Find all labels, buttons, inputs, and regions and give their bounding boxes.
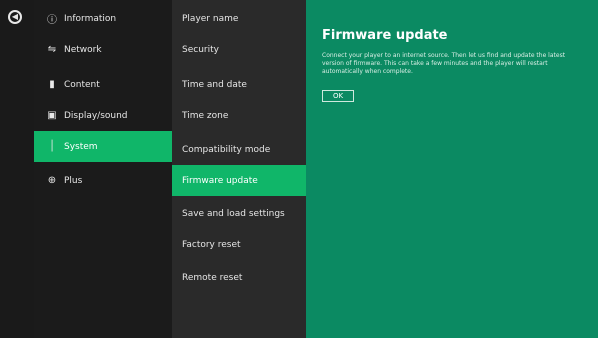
- menu-item-system[interactable]: │ System: [34, 131, 172, 162]
- menu-item-label: Display/sound: [64, 110, 128, 121]
- submenu-item-factory-reset[interactable]: Factory reset: [172, 229, 306, 260]
- menu-item-label: Plus: [64, 175, 83, 186]
- description-text: Connect your player to an internet sourc…: [322, 52, 566, 75]
- info-icon: ⓘ: [47, 15, 57, 26]
- page-title: Firmware update: [322, 28, 448, 43]
- system-icon: │: [48, 141, 56, 152]
- menu-item-plus[interactable]: ⊕ Plus: [34, 165, 172, 196]
- sub-menu: Player name Security Time and date Time …: [172, 0, 306, 338]
- submenu-item-security[interactable]: Security: [172, 34, 306, 65]
- submenu-item-label: Time zone: [182, 110, 229, 121]
- submenu-item-label: Factory reset: [182, 239, 241, 250]
- submenu-item-label: Firmware update: [182, 175, 258, 186]
- menu-item-display-sound[interactable]: ▣ Display/sound: [34, 100, 172, 131]
- settings-screen: ◀ ⓘ Information ⇋ Network ▮ Content ▣ Di…: [0, 0, 598, 338]
- back-arrow-icon[interactable]: ◀: [8, 10, 22, 24]
- submenu-item-label: Save and load settings: [182, 208, 285, 219]
- menu-item-label: Content: [64, 79, 100, 90]
- submenu-item-player-name[interactable]: Player name: [172, 3, 306, 34]
- back-rail: ◀: [0, 0, 34, 338]
- submenu-item-compatibility-mode[interactable]: Compatibility mode: [172, 134, 306, 165]
- submenu-item-label: Remote reset: [182, 272, 243, 283]
- menu-item-content[interactable]: ▮ Content: [34, 69, 172, 100]
- content-panel: Firmware update Connect your player to a…: [306, 0, 598, 338]
- submenu-item-label: Security: [182, 44, 219, 55]
- menu-item-network[interactable]: ⇋ Network: [34, 34, 172, 65]
- submenu-item-label: Time and date: [182, 79, 247, 90]
- submenu-item-save-load-settings[interactable]: Save and load settings: [172, 198, 306, 229]
- ok-button[interactable]: OK: [322, 90, 354, 102]
- network-icon: ⇋: [47, 44, 57, 55]
- submenu-item-time-and-date[interactable]: Time and date: [172, 69, 306, 100]
- plus-icon: ⊕: [47, 175, 57, 186]
- folder-icon: ▮: [49, 79, 55, 90]
- submenu-item-label: Player name: [182, 13, 239, 24]
- menu-item-label: Information: [64, 13, 117, 24]
- submenu-item-label: Compatibility mode: [182, 144, 271, 155]
- monitor-icon: ▣: [47, 110, 57, 121]
- menu-item-label: System: [64, 141, 98, 152]
- main-menu: ⓘ Information ⇋ Network ▮ Content ▣ Disp…: [34, 0, 172, 338]
- menu-item-information[interactable]: ⓘ Information: [34, 3, 172, 34]
- submenu-item-time-zone[interactable]: Time zone: [172, 100, 306, 131]
- submenu-item-remote-reset[interactable]: Remote reset: [172, 262, 306, 293]
- submenu-item-firmware-update[interactable]: Firmware update: [172, 165, 306, 196]
- menu-item-label: Network: [64, 44, 102, 55]
